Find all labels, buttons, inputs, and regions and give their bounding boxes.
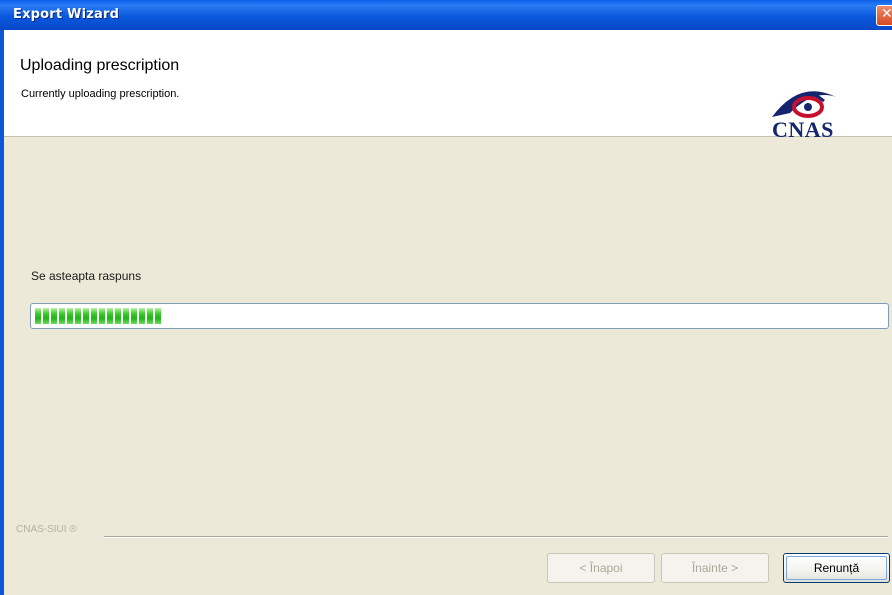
progress-block <box>147 308 153 324</box>
progress-block <box>123 308 129 324</box>
page-title: Uploading prescription <box>20 57 180 74</box>
window-title: Export Wizard <box>13 7 120 22</box>
close-icon: ✕ <box>881 6 892 22</box>
progress-block <box>131 308 137 324</box>
back-button[interactable]: < Înapoi <box>547 553 655 583</box>
progress-block <box>35 308 41 324</box>
footer-brand: CNAS-SIUI ® <box>16 524 77 535</box>
progress-block <box>99 308 105 324</box>
footer-divider <box>104 536 888 538</box>
cnas-logo-text: CNAS <box>772 117 834 142</box>
progress-block <box>115 308 121 324</box>
progress-block <box>59 308 65 324</box>
page-subtitle: Currently uploading prescription. <box>21 88 180 100</box>
cancel-button[interactable]: Renunță <box>783 553 890 583</box>
progress-block <box>107 308 113 324</box>
wizard-header: Uploading prescription Currently uploadi… <box>4 30 892 142</box>
progress-block <box>67 308 73 324</box>
progress-block <box>51 308 57 324</box>
status-label: Se asteapta raspuns <box>31 269 142 283</box>
export-wizard-window: Export Wizard ✕ Uploading prescription C… <box>0 0 892 595</box>
cnas-logo: CNAS <box>770 77 866 147</box>
next-button[interactable]: Înainte > <box>661 553 769 583</box>
upload-progress-bar <box>30 303 889 329</box>
progress-block <box>139 308 145 324</box>
progress-block <box>83 308 89 324</box>
cancel-button-label: Renunță <box>786 556 887 580</box>
progress-block <box>43 308 49 324</box>
progress-fill <box>35 308 163 324</box>
close-button[interactable]: ✕ <box>876 5 892 26</box>
progress-block <box>91 308 97 324</box>
progress-block <box>75 308 81 324</box>
title-bar[interactable]: Export Wizard ✕ <box>0 0 892 30</box>
progress-block <box>155 308 161 324</box>
